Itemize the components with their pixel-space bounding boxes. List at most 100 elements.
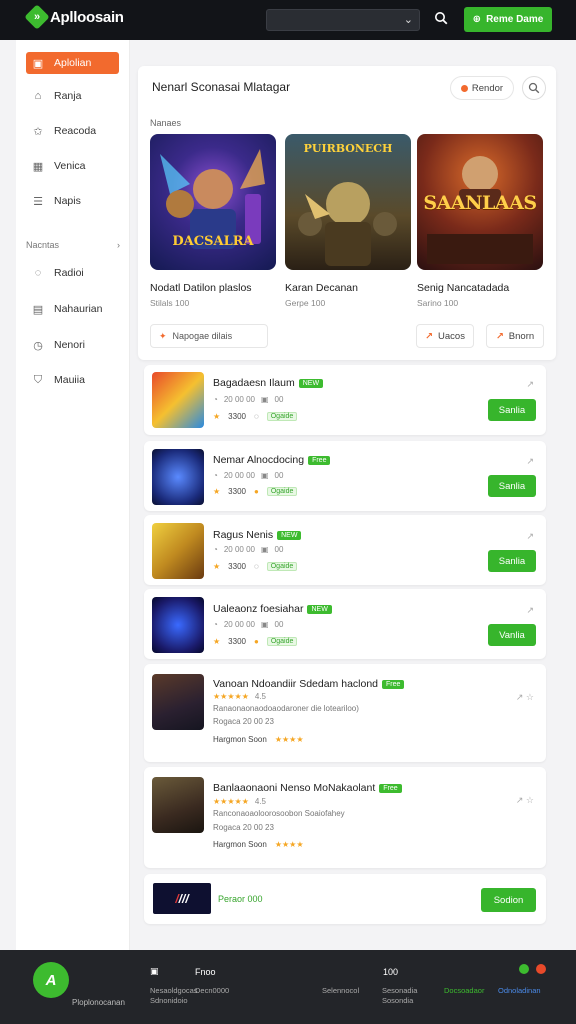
sidebar-section-label: Nacntas <box>26 240 60 250</box>
meta-icon: ◔ <box>213 545 218 554</box>
featured-card-0[interactable]: DACSALRA Nodatl Datilon plaslos Stilals … <box>150 134 276 308</box>
sidebar-item-4[interactable]: ☰ Napis <box>26 190 119 212</box>
chevron-down-icon[interactable]: ⌄ <box>404 13 413 26</box>
row-badge: NEW <box>307 604 332 614</box>
promo-banner[interactable]: //// Peraor 000 Sodion <box>144 874 546 924</box>
sidebar-item-7[interactable]: ◷ Nenori <box>26 334 119 356</box>
sidebar-item-2[interactable]: ✩ Reacoda <box>26 120 119 142</box>
list-item[interactable]: Nemar Alnocdocing Free ◔ 20 00 00 ▣ 00 ★… <box>144 441 546 511</box>
search-icon[interactable] <box>434 11 448 25</box>
meta-icon-2: ▣ <box>260 620 269 629</box>
footer-link[interactable]: Decn0000 <box>195 986 229 996</box>
row-title-text: Ualeaonz foesiahar <box>213 603 304 615</box>
featured-prev-button[interactable]: ↗ Uacos <box>416 324 474 348</box>
row-rating: ★★★★★ 4.5 <box>213 797 266 806</box>
status-red-icon <box>536 964 546 974</box>
sidebar-item-8[interactable]: ⛉ Mauiia <box>26 369 119 391</box>
featured-filter-chip[interactable]: ✦ Napogae dilais <box>150 324 268 348</box>
share-icon[interactable]: ↗ <box>526 605 534 616</box>
sidebar-item-5[interactable]: ◌ Radioi <box>26 262 119 284</box>
list-item-large[interactable]: Vanoan Ndoandiir Sdedam haclond Free ★★★… <box>144 664 546 762</box>
footer-link[interactable]: Selennocol <box>322 986 359 996</box>
footer-link[interactable]: Sesonadia <box>382 986 417 996</box>
row-badge: Free <box>382 679 405 689</box>
meta-icon: ◔ <box>213 471 218 480</box>
row-meta-2: 00 <box>274 471 284 480</box>
featured-card-2[interactable]: SAANLAAS Senig Nancatadada Sarino 100 <box>417 134 543 308</box>
coin-icon: ● <box>253 487 259 496</box>
row-description: Ranaonaonaodoaodaroner die loteariloo) <box>213 704 359 713</box>
sidebar-item-6[interactable]: ▤ Nahaurian <box>26 298 119 320</box>
row-title: Bagadaesn Ilaum NEW <box>213 377 324 389</box>
footer-link[interactable]: Nesaoldgocas <box>150 986 198 996</box>
shield-icon: ⛉ <box>33 373 43 386</box>
row-meta: ◔ 20 00 00 ▣ 00 <box>213 545 283 554</box>
list-icon: ☰ <box>33 195 43 208</box>
rating-stars-icon: ★★★★★ <box>213 692 249 701</box>
row-action-button[interactable]: Vanlia <box>488 624 536 646</box>
card-title: Nodatl Datilon plaslos <box>150 282 252 294</box>
row-score: 3300 <box>228 637 246 646</box>
row-meta-1: 20 00 00 <box>223 395 255 404</box>
filter-dot-icon <box>460 84 468 92</box>
filter-pill[interactable]: Rendor <box>450 76 514 100</box>
row-tag: Ogaide <box>266 562 298 571</box>
cta-label: Reme Dame <box>486 14 544 25</box>
card-art-title: PUIRBONECH <box>303 142 393 155</box>
sidebar-item-label: Radioi <box>54 267 84 279</box>
button-label: Bnorn <box>508 330 535 342</box>
search-input[interactable]: ⌄ <box>266 9 420 31</box>
featured-card-1[interactable]: PUIRBONECH Karan Decanan Gerpe 100 <box>285 134 411 308</box>
row-action-button[interactable]: Sanlia <box>488 550 536 572</box>
meta-icon: ◔ <box>213 395 218 404</box>
row-title: Nemar Alnocdocing Free <box>213 454 331 466</box>
row-meta-1: 20 00 00 <box>223 471 255 480</box>
sidebar-item-0[interactable]: ▣ Aplolian <box>26 52 119 74</box>
share-icon[interactable]: ↗ ☆ <box>516 692 534 703</box>
sidebar-section-header[interactable]: Nacntas › <box>26 240 120 250</box>
game-art-image: SAANLAAS <box>417 134 543 270</box>
featured-search-button[interactable] <box>522 76 546 100</box>
meta-icon-2: ▣ <box>260 545 269 554</box>
chat-icon: ◌ <box>34 267 42 279</box>
grid-icon: ▦ <box>32 160 44 173</box>
top-bar: » Aplloosain ⌄ ⊕ Reme Dame <box>0 0 576 40</box>
share-icon[interactable]: ↗ ☆ <box>516 795 534 806</box>
row-action-button[interactable]: Sanlia <box>488 399 536 421</box>
sidebar-item-1[interactable]: ⌂ Ranja <box>26 85 119 107</box>
card-subtitle: Gerpe 100 <box>285 298 326 308</box>
footer-link[interactable]: Sdnonidoio <box>150 996 188 1006</box>
featured-next-button[interactable]: ↗ Bnorn <box>486 324 544 348</box>
footer-link-green[interactable]: Docsoadaor <box>444 986 484 996</box>
sidebar-item-3[interactable]: ▦ Venica <box>26 155 119 177</box>
row-action-button[interactable]: Sanlia <box>488 475 536 497</box>
share-icon[interactable]: ↗ <box>526 456 534 467</box>
header-cta-button[interactable]: ⊕ Reme Dame <box>464 7 552 32</box>
list-item[interactable]: Bagadaesn Ilaum NEW ◔ 20 00 00 ▣ 00 ★ 33… <box>144 365 546 435</box>
row-title: Ualeaonz foesiahar NEW <box>213 603 332 615</box>
search-icon <box>528 82 540 94</box>
row-stats: ★ 3300 ◌ Ogaide <box>213 412 298 421</box>
brand-logo[interactable]: » Aplloosain <box>24 4 124 30</box>
sidebar-item-label: Nahaurian <box>54 303 103 315</box>
home-icon: ⌂ <box>34 90 42 102</box>
row-title-text: Banlaaonaoni Nenso MoNakaolant <box>213 782 376 794</box>
clock-icon: ◌ <box>253 562 259 571</box>
clock-icon: ◌ <box>253 412 259 421</box>
list-item[interactable]: Ragus Nenis NEW ◔ 20 00 00 ▣ 00 ★ 3300 ◌… <box>144 515 546 585</box>
sidebar-item-label: Ranja <box>54 90 82 102</box>
game-thumbnail <box>152 372 204 428</box>
footer-link-blue[interactable]: Odnoladinan <box>498 986 541 996</box>
share-icon[interactable]: ↗ <box>526 531 534 542</box>
row-title: Vanoan Ndoandiir Sdedam haclond Free <box>213 678 405 690</box>
row-tag: Ogaide <box>266 637 298 646</box>
footer-link[interactable]: Sosondia <box>382 996 413 1006</box>
list-item-large[interactable]: Banlaaonaoni Nenso MoNakaolant Free ★★★★… <box>144 767 546 868</box>
star-icon: ★ <box>213 412 221 421</box>
promo-button[interactable]: Sodion <box>481 888 536 912</box>
row-score: 3300 <box>228 487 246 496</box>
coin-icon: ● <box>253 637 259 646</box>
card-art-title: SAANLAAS <box>423 192 537 214</box>
share-icon[interactable]: ↗ <box>526 379 534 390</box>
list-item[interactable]: Ualeaonz foesiahar NEW ◔ 20 00 00 ▣ 00 ★… <box>144 589 546 659</box>
